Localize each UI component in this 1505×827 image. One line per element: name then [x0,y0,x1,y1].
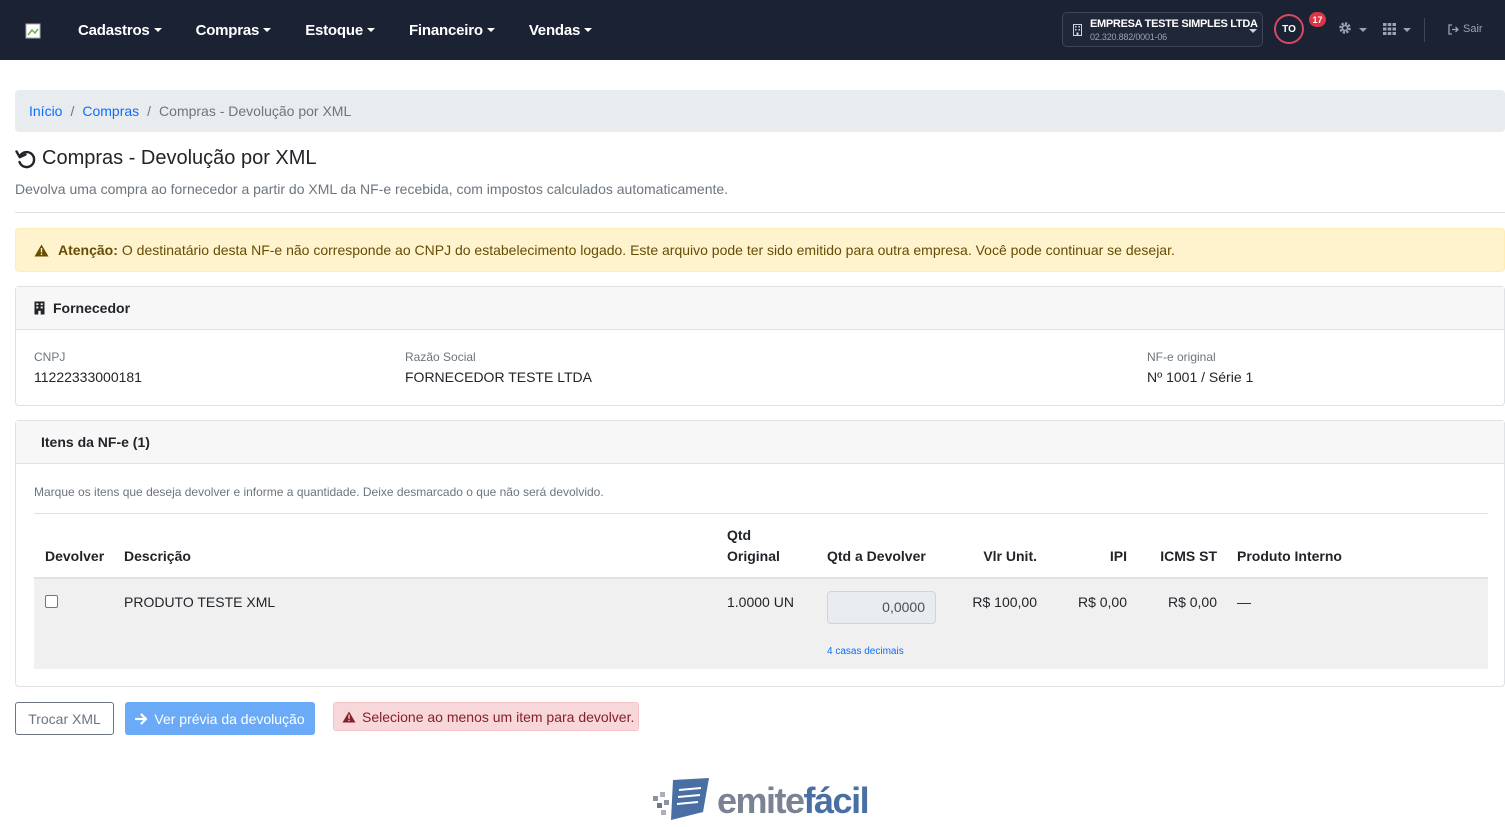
supplier-card: Fornecedor CNPJ 11222333000181 Razão Soc… [15,286,1505,406]
col-label-line: Original [727,548,780,564]
col-qtd-original: Qtd Original [727,525,780,567]
item-qtd-original: 1.0000 UN [727,594,794,610]
menu-label: Financeiro [408,21,483,39]
menu-estoque[interactable]: Estoque [305,22,375,39]
broken-logo-icon[interactable] [25,23,41,39]
page-subtitle: Devolva uma compra ao fornecedor a parti… [15,181,729,197]
menu-label: Cadastros [78,21,150,39]
table-row: PRODUTO TESTE XML 1.0000 UN 0,0000 4 cas… [34,579,1488,669]
qtd-devolver-input[interactable]: 0,0000 [827,591,936,624]
brand-part-1: emite [717,780,805,821]
menu-cadastros[interactable]: Cadastros [78,22,162,39]
caret-down-icon [486,28,495,32]
warning-strong: Atenção: [58,242,118,258]
divider [15,212,1505,213]
breadcrumb-current: Compras - Devolução por XML [159,103,352,119]
item-ipi: R$ 0,00 [1077,594,1127,610]
undo-icon [15,149,36,168]
main-menu: Cadastros Compras Estoque Financeiro Ven… [78,0,626,60]
caret-down-icon [1249,29,1257,33]
notification-badge[interactable]: 17 [1309,12,1326,27]
warning-triangle-icon [342,711,356,722]
field-value: Nº 1001 / Série 1 [1147,369,1254,385]
menu-compras[interactable]: Compras [196,22,272,39]
menu-label: Estoque [305,21,363,39]
item-vlr-unit: R$ 100,00 [972,594,1037,610]
top-navbar: Cadastros Compras Estoque Financeiro Ven… [0,0,1505,60]
item-produto-interno: — [1237,594,1251,610]
caret-down-icon [1359,28,1367,32]
menu-vendas[interactable]: Vendas [528,21,593,39]
warning-text: O destinatário desta NF-e não correspond… [121,242,1175,258]
items-header-label: Itens da NF-e (1) [41,434,150,450]
caret-down-icon [153,28,162,32]
sign-out-icon [1448,23,1459,35]
field-value: 11222333000181 [34,369,142,385]
col-descricao: Descrição [124,548,191,564]
supplier-header-label: Fornecedor [53,300,131,316]
logout-link[interactable]: Sair [1448,23,1483,35]
field-label: NF-e original [1147,350,1216,364]
col-qtd-devolver: Qtd a Devolver [827,548,926,564]
col-devolver: Devolver [45,548,105,564]
apps-grid-icon[interactable] [1383,23,1396,35]
devolver-checkbox[interactable] [45,595,58,608]
company-selector[interactable]: EMPRESA TESTE SIMPLES LTDA 02.320.882/00… [1062,12,1263,47]
breadcrumb-separator: / [147,103,152,119]
breadcrumb: Início / Compras / Compras - Devolução p… [15,90,1505,132]
menu-label: Vendas [528,21,581,39]
breadcrumb-home[interactable]: Início [29,103,62,119]
col-icms-st: ICMS ST [1160,548,1217,564]
logo-mark-icon [653,778,709,820]
company-cnpj: 02.320.882/0001-06 [1090,32,1167,42]
warning-alert: Atenção: O destinatário desta NF-e não c… [15,228,1505,272]
company-name: EMPRESA TESTE SIMPLES LTDA [1090,18,1258,30]
preview-return-button[interactable]: Ver prévia da devolução [125,702,315,735]
field-nfe-original: NF-e original Nº 1001 / Série 1 [1147,350,1253,385]
brand-wordmark: emitefácil [717,780,870,822]
items-table-header: Devolver Descrição Qtd Original Qtd a De… [34,527,1488,579]
item-descricao: PRODUTO TESTE XML [124,594,276,610]
supplier-card-header: Fornecedor [16,287,1504,330]
field-label: Razão Social [405,350,476,364]
breadcrumb-separator: / [70,103,75,119]
breadcrumb-compras[interactable]: Compras [82,103,139,119]
items-help-text: Marque os itens que deseja devolver e in… [34,485,604,499]
field-cnpj: CNPJ 11222333000181 [34,350,142,385]
logout-label: Sair [1463,23,1483,35]
caret-down-icon [366,28,375,32]
page-title: Compras - Devolução por XML [15,147,317,170]
navbar-divider [1424,18,1425,42]
page-title-text: Compras - Devolução por XML [42,147,317,169]
building-icon [34,301,45,315]
caret-down-icon [263,28,272,32]
col-label-line: Qtd [727,527,752,543]
caret-down-icon [584,28,593,32]
col-vlr-unit: Vlr Unit. [983,548,1037,564]
caret-down-icon [1403,28,1411,32]
decimal-hint: 4 casas decimais [827,646,904,657]
menu-financeiro[interactable]: Financeiro [409,22,495,39]
user-avatar[interactable]: TO [1274,14,1304,44]
gear-icon[interactable] [1338,21,1352,35]
error-alert: Selecione ao menos um item para devolver… [333,702,639,731]
field-label: CNPJ [34,350,66,364]
warning-triangle-icon [34,244,49,256]
preview-button-label: Ver prévia da devolução [154,710,305,727]
arrow-right-icon [135,712,148,725]
col-ipi: IPI [1109,548,1127,564]
emitefacil-logo: emitefácil [651,776,871,826]
menu-label: Compras [195,21,260,39]
building-icon [1073,24,1082,36]
field-value: FORNECEDOR TESTE LTDA [405,369,592,385]
swap-xml-button[interactable]: Trocar XML [15,702,114,735]
field-razao-social: Razão Social FORNECEDOR TESTE LTDA [405,350,592,385]
item-icms-st: R$ 0,00 [1167,594,1217,610]
brand-part-2: fácil [803,780,870,821]
col-produto-interno: Produto Interno [1237,548,1342,564]
divider [34,513,1488,514]
items-card-header: Itens da NF-e (1) [16,421,1504,464]
error-text: Selecione ao menos um item para devolver… [362,708,635,725]
items-card: Itens da NF-e (1) Marque os itens que de… [15,420,1505,687]
